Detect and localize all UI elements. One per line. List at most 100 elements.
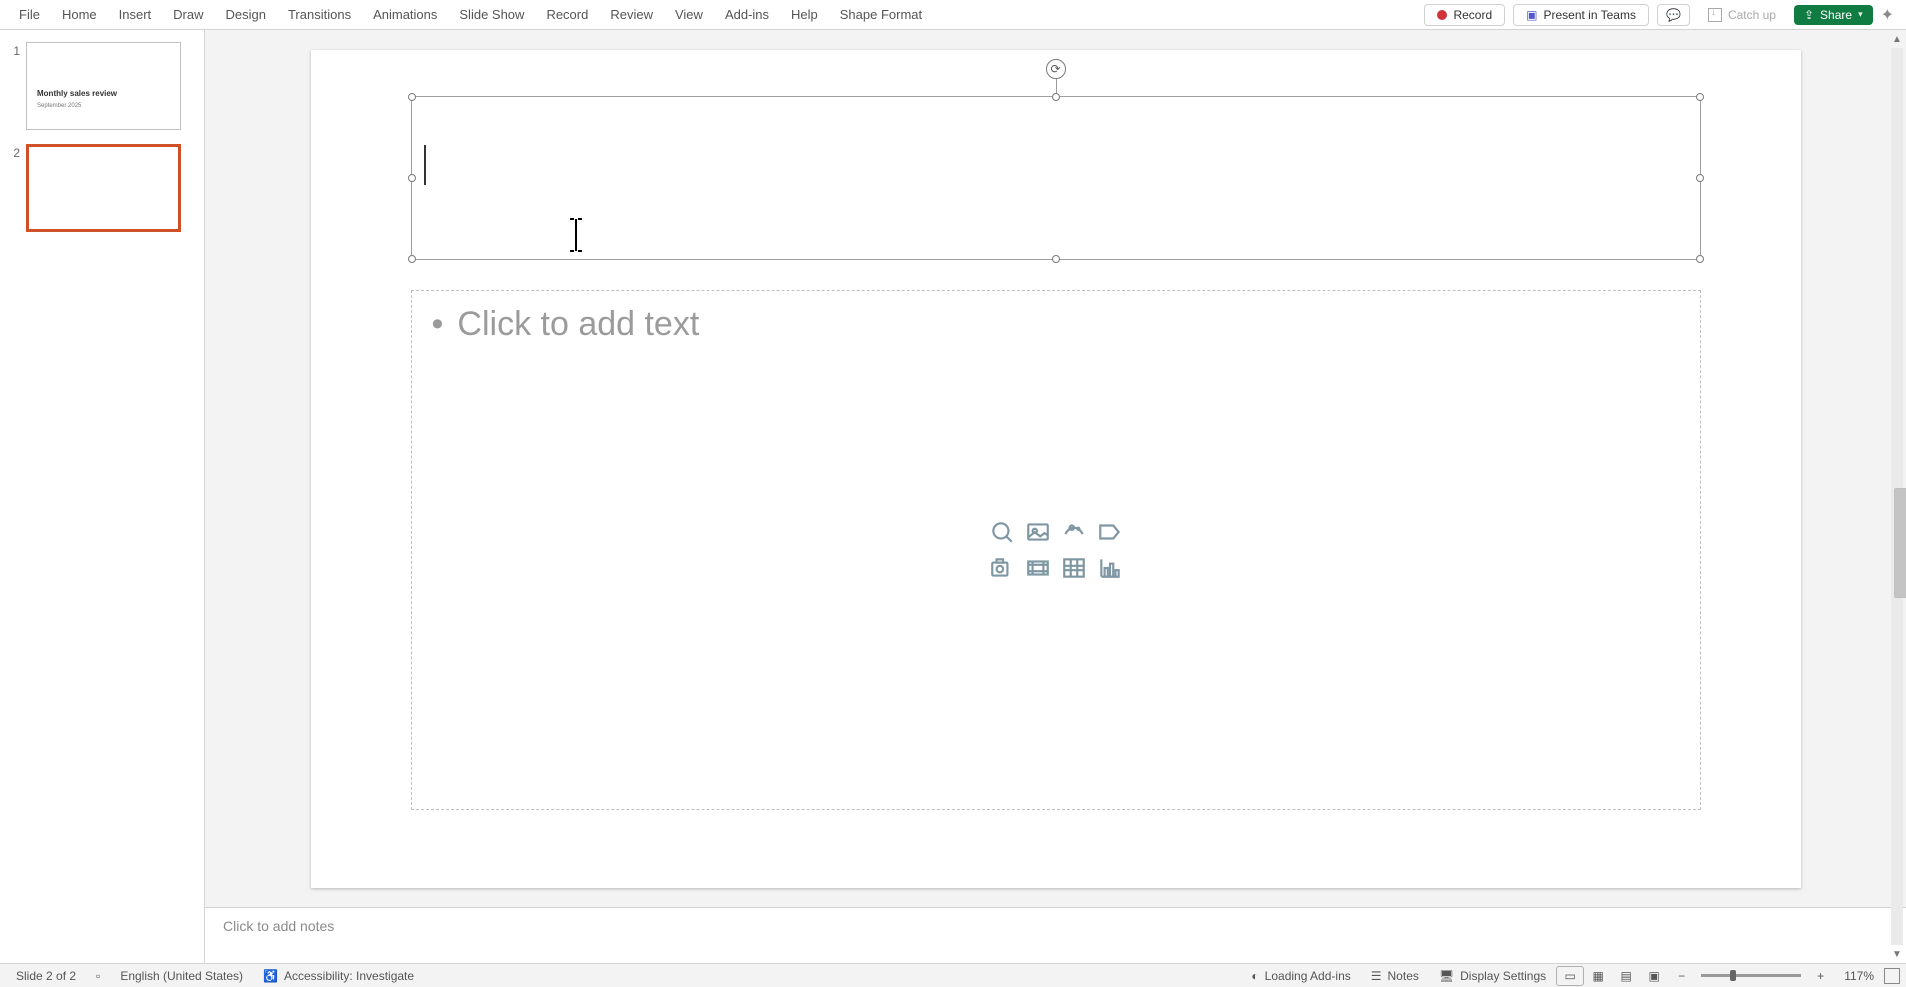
status-bar: Slide 2 of 2 ▫ English (United States) ♿…: [0, 963, 1906, 987]
menu-right: Record ▣ Present in Teams 💬 Catch up ⇪ S…: [1424, 4, 1906, 26]
insert-icons-icon[interactable]: [1057, 515, 1091, 549]
language-button[interactable]: English (United States): [110, 969, 253, 983]
content-placeholder-label: Click to add text: [457, 305, 699, 343]
selection-handle-bm[interactable]: [1052, 255, 1060, 263]
display-settings-label: Display Settings: [1460, 969, 1546, 983]
copilot-icon[interactable]: ✦: [1881, 5, 1894, 25]
rotate-handle[interactable]: ⟳: [1046, 59, 1066, 79]
thumbnail-row-2: 2: [6, 144, 198, 232]
slide-sorter-view-button[interactable]: ▦: [1584, 966, 1612, 986]
accessibility-label: Accessibility: Investigate: [284, 969, 414, 983]
loading-addins: ◐ Loading Add-ins: [1241, 969, 1360, 983]
thumbnail-number-1: 1: [6, 42, 20, 130]
thumbnail-1-title: Monthly sales review: [37, 89, 117, 98]
selection-handle-tr[interactable]: [1696, 93, 1704, 101]
insert-stock-image-icon[interactable]: [985, 515, 1019, 549]
tab-insert[interactable]: Insert: [108, 2, 163, 27]
thumbnail-number-2: 2: [6, 144, 20, 232]
selection-handle-bl[interactable]: [408, 255, 416, 263]
main: 1 Monthly sales review September 2025 2 …: [0, 30, 1906, 963]
selection-handle-tl[interactable]: [408, 93, 416, 101]
slide-canvas[interactable]: ⟳ •C: [311, 50, 1801, 888]
tab-add-ins[interactable]: Add-ins: [714, 2, 780, 27]
text-caret: [424, 145, 426, 185]
selection-handle-mr[interactable]: [1696, 174, 1704, 182]
present-in-teams-label: Present in Teams: [1543, 8, 1636, 22]
tab-draw[interactable]: Draw: [162, 2, 214, 27]
notes-toggle[interactable]: ☰ Notes: [1361, 969, 1429, 983]
display-settings-button[interactable]: 🖥 Display Settings: [1429, 969, 1556, 983]
tab-record[interactable]: Record: [535, 2, 599, 27]
comment-button[interactable]: 💬: [1657, 4, 1690, 26]
slide-show-view-button[interactable]: ▣: [1640, 966, 1668, 986]
thumbnail-row-1: 1 Monthly sales review September 2025: [6, 42, 198, 130]
selection-handle-tm[interactable]: [1052, 93, 1060, 101]
bullet-icon: •: [432, 305, 444, 343]
notes-placeholder: Click to add notes: [223, 918, 334, 934]
tab-file[interactable]: File: [8, 2, 51, 27]
thumbnail-slide-2[interactable]: [26, 144, 181, 232]
insert-video-icon[interactable]: [1021, 551, 1055, 585]
notes-pane[interactable]: Click to add notes: [205, 907, 1906, 963]
zoom-slider-knob[interactable]: [1730, 970, 1736, 981]
zoom-percentage[interactable]: 117%: [1834, 969, 1884, 983]
fit-to-window-button[interactable]: [1884, 968, 1900, 984]
share-icon: ⇪: [1804, 8, 1814, 22]
tab-transitions[interactable]: Transitions: [277, 2, 362, 27]
zoom-slider[interactable]: [1701, 974, 1801, 977]
insert-chart-icon[interactable]: [1093, 551, 1127, 585]
selection-handle-br[interactable]: [1696, 255, 1704, 263]
record-button[interactable]: Record: [1424, 4, 1505, 26]
normal-view-button[interactable]: ▭: [1556, 966, 1584, 986]
notes-icon: ☰: [1371, 969, 1382, 983]
insert-smartart-icon[interactable]: [1093, 515, 1127, 549]
ibeam-cursor-icon: [564, 217, 588, 262]
tab-review[interactable]: Review: [599, 2, 664, 27]
reading-view-button[interactable]: ▤: [1612, 966, 1640, 986]
accessibility-button[interactable]: ♿ Accessibility: Investigate: [253, 969, 424, 983]
title-placeholder[interactable]: ⟳: [411, 96, 1701, 260]
catch-up-button[interactable]: Catch up: [1698, 8, 1786, 22]
scroll-up-button[interactable]: ▲: [1888, 30, 1906, 48]
tab-home[interactable]: Home: [51, 2, 108, 27]
notes-label: Notes: [1388, 969, 1419, 983]
tab-animations[interactable]: Animations: [362, 2, 448, 27]
record-icon: [1437, 10, 1447, 20]
insert-picture-icon[interactable]: [1021, 515, 1055, 549]
share-label: Share: [1820, 8, 1852, 22]
record-label: Record: [1453, 8, 1492, 22]
thumbnail-1-subtitle: September 2025: [37, 103, 81, 109]
loading-spinner-icon: ◐: [1251, 969, 1258, 983]
content-placeholder[interactable]: • Click to add text: [411, 290, 1701, 810]
thumbnail-slide-1[interactable]: Monthly sales review September 2025: [26, 42, 181, 130]
accessibility-icon: ♿: [263, 969, 278, 983]
tab-view[interactable]: View: [664, 2, 714, 27]
present-in-teams-button[interactable]: ▣ Present in Teams: [1513, 4, 1649, 26]
tab-shape-format[interactable]: Shape Format: [829, 2, 933, 27]
tab-help[interactable]: Help: [780, 2, 829, 27]
canvas-wrap[interactable]: ⟳ •C: [205, 30, 1906, 907]
zoom-out-button[interactable]: −: [1668, 969, 1695, 983]
slide-editor: ⟳ •C: [205, 30, 1906, 963]
scroll-thumb[interactable]: [1894, 488, 1906, 598]
loading-label: Loading Add-ins: [1265, 969, 1351, 983]
teams-icon: ▣: [1526, 8, 1537, 22]
zoom-in-button[interactable]: +: [1807, 969, 1834, 983]
catch-up-icon: [1708, 8, 1722, 22]
tab-slide-show[interactable]: Slide Show: [448, 2, 535, 27]
insert-table-icon[interactable]: [1057, 551, 1091, 585]
share-button[interactable]: ⇪ Share ▾: [1794, 5, 1873, 25]
tab-design[interactable]: Design: [215, 2, 277, 27]
slide-thumbnails-panel[interactable]: 1 Monthly sales review September 2025 2: [0, 30, 205, 963]
scroll-down-button[interactable]: ▼: [1888, 945, 1906, 963]
menu-tabs: File Home Insert Draw Design Transitions…: [8, 2, 933, 27]
chevron-down-icon: ▾: [1858, 9, 1863, 20]
insert-cameo-icon[interactable]: [985, 551, 1019, 585]
slide-position[interactable]: Slide 2 of 2: [6, 969, 86, 983]
vertical-scrollbar[interactable]: ▲ ▼: [1888, 30, 1906, 963]
menu-bar: File Home Insert Draw Design Transitions…: [0, 0, 1906, 30]
scroll-track[interactable]: [1891, 48, 1903, 945]
office-sync-icon[interactable]: ▫: [86, 969, 110, 983]
selection-handle-ml[interactable]: [408, 174, 416, 182]
content-insert-icons: [985, 515, 1127, 585]
